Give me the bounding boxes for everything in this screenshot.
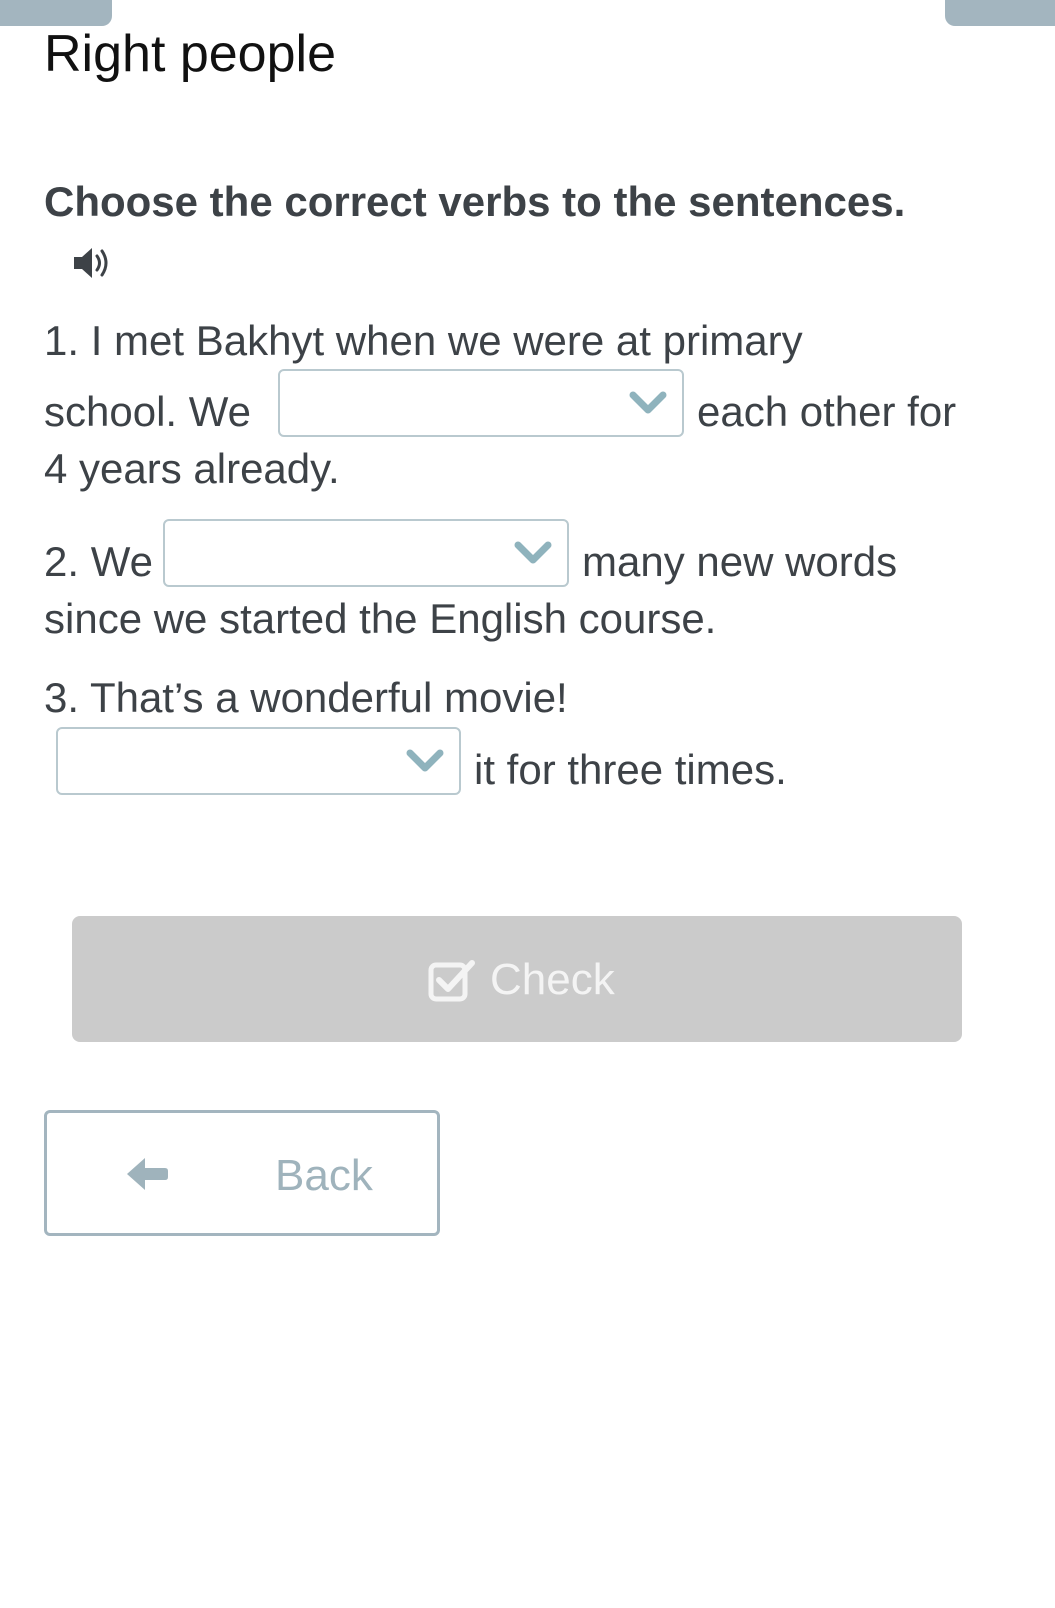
chevron-down-icon xyxy=(514,541,552,564)
checkbox-check-icon xyxy=(428,960,475,1002)
top-tab-right[interactable] xyxy=(945,0,1055,26)
check-button[interactable]: Check xyxy=(72,916,962,1042)
arrow-left-icon xyxy=(127,1158,168,1190)
sentence-3-verb-dropdown[interactable] xyxy=(56,727,461,795)
exercise-instruction: Choose the correct verbs to the sentence… xyxy=(44,178,906,225)
check-button-label: Check xyxy=(490,955,615,1004)
sentence-3-line-1: 3. That’s a wonderful movie! xyxy=(44,674,568,721)
sentence-3-after: it for three times. xyxy=(474,746,787,793)
sentence-1-after: each other for xyxy=(697,388,957,435)
top-tab-left[interactable] xyxy=(0,0,112,26)
sentence-2-after: many new words xyxy=(582,538,898,585)
chevron-down-icon xyxy=(406,749,444,772)
sentence-2-before: 2. We xyxy=(44,538,153,585)
sentence-2-verb-dropdown[interactable] xyxy=(163,519,569,587)
page-title: Right people xyxy=(44,25,336,83)
sentence-1-before: school. We xyxy=(44,388,251,435)
back-button-label: Back xyxy=(275,1151,373,1200)
back-button[interactable]: Back xyxy=(44,1110,440,1236)
sentence-1-verb-dropdown[interactable] xyxy=(278,369,684,437)
speaker-icon[interactable] xyxy=(72,244,116,282)
sentence-2-line-2: since we started the English course. xyxy=(44,595,717,642)
sentence-1-line-1: 1. I met Bakhyt when we were at primary xyxy=(44,317,803,364)
sentence-1-line-3: 4 years already. xyxy=(44,445,340,492)
chevron-down-icon xyxy=(629,391,667,414)
